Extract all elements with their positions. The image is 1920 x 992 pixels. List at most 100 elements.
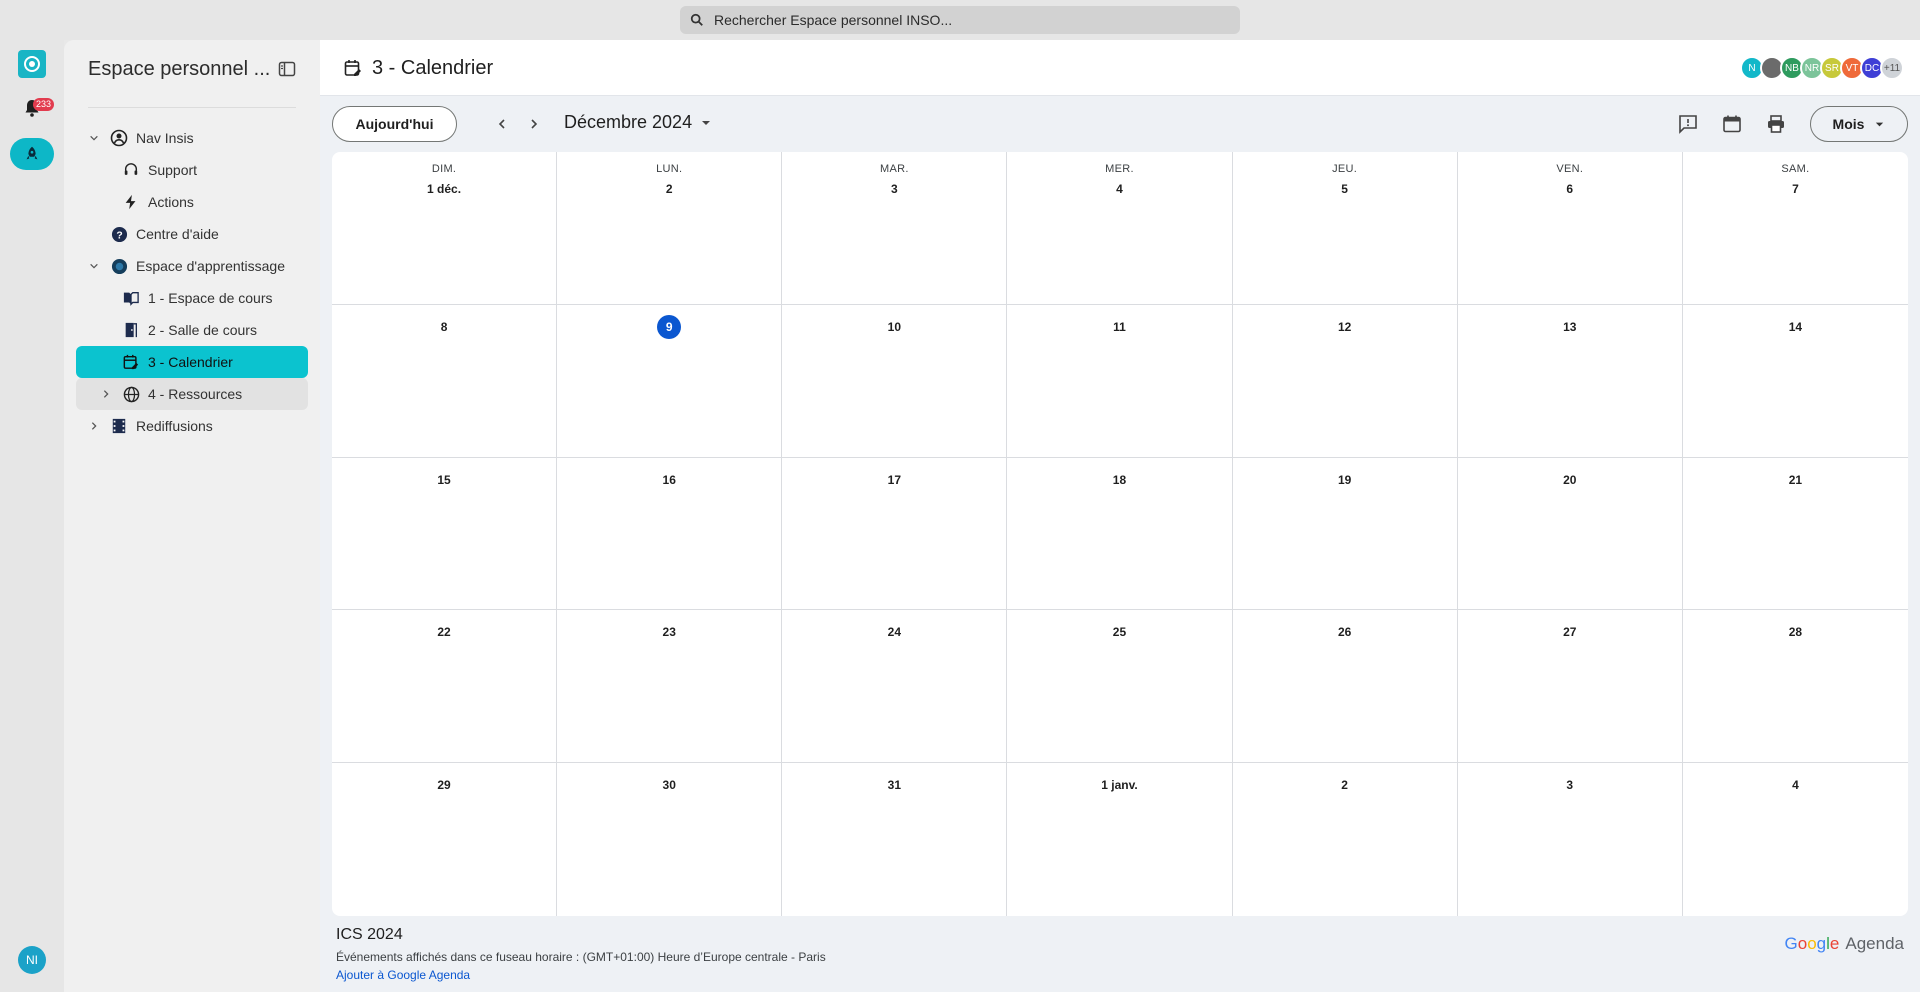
day-number[interactable]: 31 <box>882 773 906 797</box>
day-cell[interactable]: 31 <box>782 763 1008 916</box>
day-cell[interactable]: 2 <box>1233 763 1458 916</box>
sidebar-item-support[interactable]: Support <box>76 154 308 186</box>
day-number[interactable]: 8 <box>432 315 456 339</box>
day-cell[interactable]: 21 <box>1682 458 1908 611</box>
day-cell[interactable]: LUN. 2 <box>557 152 783 305</box>
sidebar-item-centre-aide[interactable]: ? Centre d'aide <box>76 218 308 250</box>
day-number[interactable]: 15 <box>432 468 456 492</box>
day-number[interactable]: 6 <box>1558 177 1582 201</box>
day-number[interactable]: 12 <box>1333 315 1357 339</box>
day-cell[interactable]: JEU. 5 <box>1232 152 1458 305</box>
feedback-icon[interactable] <box>1678 114 1698 134</box>
day-number[interactable]: 24 <box>882 620 906 644</box>
sidebar-item-nav-insis[interactable]: Nav Insis <box>76 122 308 154</box>
chevron-down-icon[interactable] <box>88 260 100 272</box>
print-icon[interactable] <box>1766 114 1786 134</box>
day-cell[interactable]: VEN. 6 <box>1457 152 1683 305</box>
day-cell[interactable]: 11 <box>1007 304 1233 458</box>
day-number[interactable]: 1 janv. <box>1101 773 1137 797</box>
day-cell[interactable]: 12 <box>1232 304 1458 458</box>
member-avatar[interactable]: +11 <box>1880 56 1904 80</box>
day-cell[interactable]: 3 <box>1458 763 1683 916</box>
day-cell[interactable]: 1 janv. <box>1007 763 1233 916</box>
sidebar-item-calendrier[interactable]: 3 - Calendrier <box>76 346 308 378</box>
day-cell[interactable]: 24 <box>782 610 1008 764</box>
day-cell[interactable]: 18 <box>1007 457 1233 611</box>
day-cell[interactable]: 10 <box>782 304 1008 458</box>
day-cell[interactable]: 13 <box>1457 304 1683 458</box>
day-number[interactable]: 29 <box>432 773 456 797</box>
sidebar-toggle-icon[interactable] <box>278 60 296 78</box>
day-number[interactable]: 26 <box>1333 620 1357 644</box>
chevron-right-icon[interactable] <box>524 114 544 134</box>
search-input[interactable]: Rechercher Espace personnel INSO... <box>680 6 1240 34</box>
day-cell[interactable]: 15 <box>332 457 558 611</box>
calendar-icon[interactable] <box>1722 114 1742 134</box>
day-cell[interactable]: 22 <box>332 610 558 764</box>
chevron-right-icon[interactable] <box>88 420 100 432</box>
day-cell[interactable]: 27 <box>1457 610 1683 764</box>
sidebar-item-espace-apprentissage[interactable]: Espace d'apprentissage <box>76 250 308 282</box>
day-number[interactable]: 1 déc. <box>427 177 461 201</box>
day-cell[interactable]: 26 <box>1232 610 1458 764</box>
day-number[interactable]: 22 <box>432 620 456 644</box>
day-cell[interactable]: SAM. 7 <box>1682 152 1908 305</box>
day-number[interactable]: 11 <box>1107 315 1131 339</box>
day-cell[interactable]: MER. 4 <box>1007 152 1233 305</box>
day-number[interactable]: 16 <box>657 468 681 492</box>
rocket-icon[interactable] <box>10 138 54 170</box>
today-button[interactable]: Aujourd'hui <box>332 106 457 142</box>
sidebar-item-ressources[interactable]: 4 - Ressources <box>76 378 308 410</box>
day-number[interactable]: 5 <box>1333 177 1357 201</box>
day-cell[interactable]: 30 <box>557 763 783 916</box>
day-cell[interactable]: 4 <box>1683 763 1908 916</box>
day-number[interactable]: 20 <box>1558 468 1582 492</box>
view-selector-button[interactable]: Mois <box>1810 106 1908 142</box>
sidebar-item-rediffusions[interactable]: Rediffusions <box>76 410 308 442</box>
day-number[interactable]: 14 <box>1783 315 1807 339</box>
day-cell[interactable]: 9 <box>557 304 783 458</box>
chevron-left-icon[interactable] <box>492 114 512 134</box>
user-avatar[interactable]: NI <box>18 946 46 974</box>
day-number[interactable]: 3 <box>1558 773 1582 797</box>
day-number[interactable]: 23 <box>657 620 681 644</box>
day-cell[interactable]: 28 <box>1682 610 1908 764</box>
workspace-logo-icon[interactable] <box>18 50 46 78</box>
month-selector[interactable]: Décembre 2024 <box>564 112 712 133</box>
day-cell[interactable]: 16 <box>557 457 783 611</box>
day-cell[interactable]: 23 <box>557 610 783 764</box>
day-number[interactable]: 21 <box>1783 468 1807 492</box>
sidebar-item-espace-de-cours[interactable]: 1 - Espace de cours <box>76 282 308 314</box>
day-number[interactable]: 4 <box>1783 773 1807 797</box>
day-cell[interactable]: 25 <box>1007 610 1233 764</box>
day-number[interactable]: 30 <box>657 773 681 797</box>
day-cell[interactable]: 17 <box>782 457 1008 611</box>
day-cell[interactable]: 29 <box>332 763 558 916</box>
day-cell[interactable]: 14 <box>1682 305 1908 458</box>
add-to-google-calendar-link[interactable]: Ajouter à Google Agenda <box>336 968 470 982</box>
day-number[interactable]: 17 <box>882 468 906 492</box>
sidebar-item-actions[interactable]: Actions <box>76 186 308 218</box>
day-number[interactable]: 3 <box>882 177 906 201</box>
chevron-down-icon[interactable] <box>88 132 100 144</box>
day-cell[interactable]: MAR. 3 <box>782 152 1008 305</box>
sidebar-item-salle-de-cours[interactable]: 2 - Salle de cours <box>76 314 308 346</box>
day-number[interactable]: 9 <box>657 314 682 339</box>
day-cell[interactable]: 8 <box>332 304 558 458</box>
day-number[interactable]: 2 <box>657 177 681 201</box>
day-number[interactable]: 19 <box>1333 468 1357 492</box>
day-number[interactable]: 27 <box>1558 620 1582 644</box>
member-avatars[interactable]: N NB NR SR VT DC +11 <box>1740 56 1904 80</box>
day-number[interactable]: 4 <box>1107 177 1131 201</box>
day-number[interactable]: 18 <box>1107 468 1131 492</box>
day-number[interactable]: 2 <box>1333 773 1357 797</box>
day-cell[interactable]: 20 <box>1457 457 1683 611</box>
chevron-right-icon[interactable] <box>100 388 112 400</box>
day-number[interactable]: 13 <box>1558 315 1582 339</box>
day-cell[interactable]: 19 <box>1232 457 1458 611</box>
day-cell[interactable]: DIM. 1 déc. <box>332 152 558 305</box>
day-number[interactable]: 10 <box>882 315 906 339</box>
day-number[interactable]: 25 <box>1107 620 1131 644</box>
day-number[interactable]: 7 <box>1783 177 1807 201</box>
day-number[interactable]: 28 <box>1783 620 1807 644</box>
